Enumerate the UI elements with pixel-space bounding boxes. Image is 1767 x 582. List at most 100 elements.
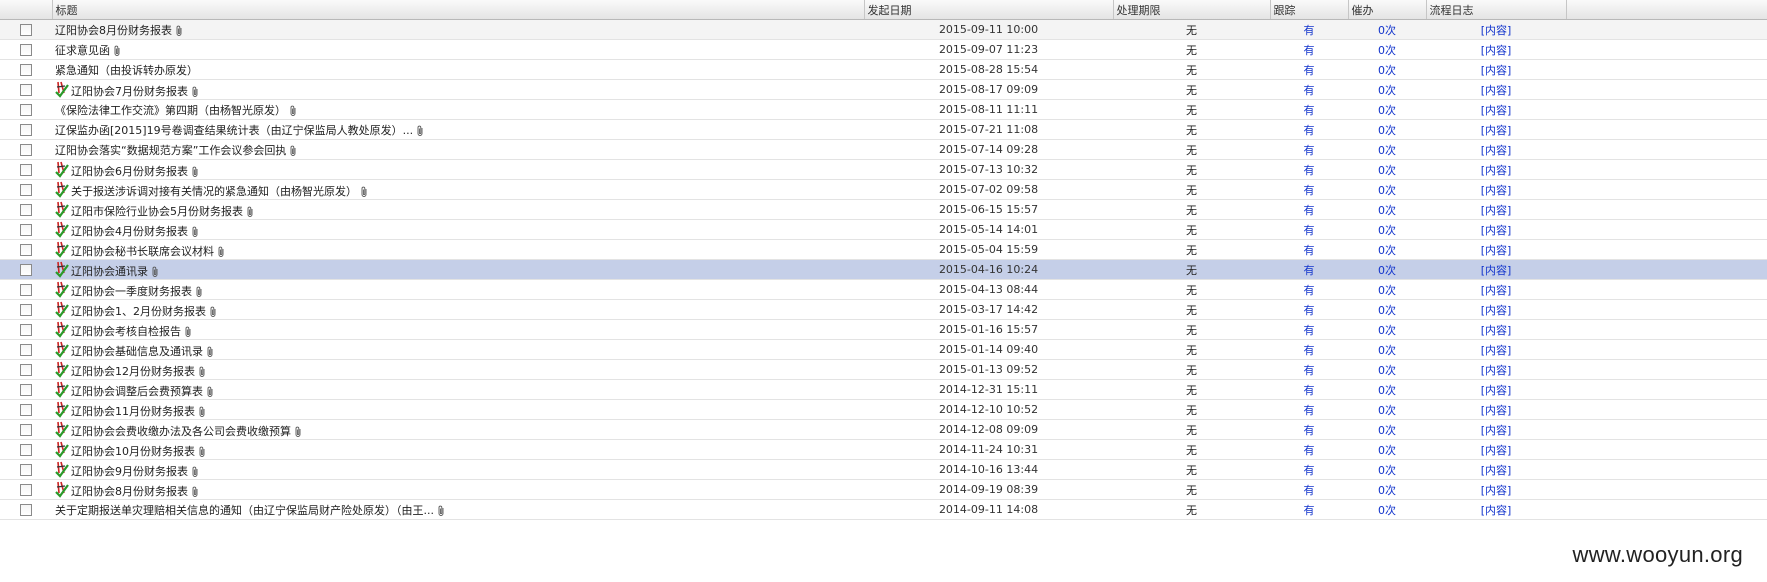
table-row[interactable]: 辽阳协会秘书长联席会议材料 2015-05-04 15:59 无有 0次 [内容] [0,239,1767,260]
row-title[interactable]: 辽阳协会通讯录 [71,265,148,278]
row-title-cell[interactable]: 辽阳协会通讯录 [52,259,864,280]
row-track-link[interactable]: 有 [1270,259,1348,280]
row-log-link[interactable]: [内容] [1426,359,1566,380]
row-log-link[interactable]: [内容] [1426,99,1566,120]
row-track-link[interactable]: 有 [1270,319,1348,340]
row-log-link[interactable]: [内容] [1426,79,1566,100]
header-date[interactable]: 发起日期 [864,0,1114,20]
row-track-link[interactable]: 有 [1270,439,1348,460]
row-log-link[interactable]: [内容] [1426,199,1566,220]
table-row[interactable]: 辽保监办函[2015]19号卷调查结果统计表（由辽宁保监局人教处原发）... 20… [0,119,1767,140]
row-log-link[interactable]: [内容] [1426,319,1566,340]
row-log-link[interactable]: [内容] [1426,439,1566,460]
row-log-link[interactable]: [内容] [1426,479,1566,500]
table-row[interactable]: 辽阳协会8月份财务报表 2014-09-19 08:39 无有 0次 [内容] [0,479,1767,500]
row-title[interactable]: 辽阳协会一季度财务报表 [71,285,192,298]
row-log-link[interactable]: [内容] [1426,139,1566,160]
row-checkbox[interactable] [20,324,32,336]
row-urge-link[interactable]: 0次 [1348,319,1426,340]
row-log-link[interactable]: [内容] [1426,239,1566,260]
header-urge[interactable]: 催办 [1348,0,1427,20]
row-checkbox[interactable] [20,224,32,236]
row-title[interactable]: 辽阳协会8月份财务报表 [71,485,188,498]
header-track[interactable]: 跟踪 [1270,0,1349,20]
row-title-cell[interactable]: 紧急通知（由投诉转办原发） [52,59,864,80]
row-checkbox[interactable] [20,44,32,56]
row-title-cell[interactable]: 辽阳协会考核自检报告 [52,319,864,340]
row-urge-link[interactable]: 0次 [1348,359,1426,380]
row-track-link[interactable]: 有 [1270,239,1348,260]
row-log-link[interactable]: [内容] [1426,19,1566,40]
row-urge-link[interactable]: 0次 [1348,419,1426,440]
table-row[interactable]: 辽阳协会8月份财务报表 2015-09-11 10:00 无有 0次 [内容] [0,19,1767,40]
row-title[interactable]: 辽阳协会9月份财务报表 [71,465,188,478]
row-track-link[interactable]: 有 [1270,299,1348,320]
header-log[interactable]: 流程日志 [1426,0,1567,20]
row-title[interactable]: 辽阳协会11月份财务报表 [71,405,195,418]
row-checkbox[interactable] [20,104,32,116]
row-checkbox[interactable] [20,184,32,196]
table-row[interactable]: 辽阳协会1、2月份财务报表 2015-03-17 14:42 无有 0次 [内容] [0,299,1767,320]
row-title-cell[interactable]: 关于定期报送单灾理赔相关信息的通知（由辽宁保监局财产险处原发）（由王... [52,499,864,520]
table-row[interactable]: 紧急通知（由投诉转办原发） 2015-08-28 15:54 无有 0次 [内容] [0,59,1767,80]
row-urge-link[interactable]: 0次 [1348,159,1426,180]
table-row[interactable]: 辽阳协会一季度财务报表 2015-04-13 08:44 无有 0次 [内容] [0,279,1767,300]
row-checkbox[interactable] [20,244,32,256]
table-row[interactable]: 辽阳协会通讯录 2015-04-16 10:24 无有 0次 [内容] [0,259,1767,280]
table-row[interactable]: 征求意见函 2015-09-07 11:23 无有 0次 [内容] [0,39,1767,60]
row-log-link[interactable]: [内容] [1426,379,1566,400]
row-title-cell[interactable]: 辽阳协会8月份财务报表 [52,479,864,500]
row-checkbox[interactable] [20,444,32,456]
table-row[interactable]: 关于报送涉诉调对接有关情况的紧急通知（由杨智光原发） 2015-07-02 09:… [0,179,1767,200]
row-track-link[interactable]: 有 [1270,379,1348,400]
row-log-link[interactable]: [内容] [1426,159,1566,180]
row-urge-link[interactable]: 0次 [1348,379,1426,400]
row-title-cell[interactable]: 辽阳协会基础信息及通讯录 [52,339,864,360]
row-urge-link[interactable]: 0次 [1348,339,1426,360]
header-limit[interactable]: 处理期限 [1113,0,1271,20]
row-track-link[interactable]: 有 [1270,399,1348,420]
row-title-cell[interactable]: 辽阳协会11月份财务报表 [52,399,864,420]
row-track-link[interactable]: 有 [1270,499,1348,520]
table-row[interactable]: 辽阳协会6月份财务报表 2015-07-13 10:32 无有 0次 [内容] [0,159,1767,180]
row-urge-link[interactable]: 0次 [1348,279,1426,300]
row-checkbox[interactable] [20,424,32,436]
table-row[interactable]: 辽阳协会7月份财务报表 2015-08-17 09:09 无有 0次 [内容] [0,79,1767,100]
row-checkbox[interactable] [20,204,32,216]
row-track-link[interactable]: 有 [1270,279,1348,300]
table-row[interactable]: 辽阳协会12月份财务报表 2015-01-13 09:52 无有 0次 [内容] [0,359,1767,380]
row-log-link[interactable]: [内容] [1426,299,1566,320]
row-checkbox[interactable] [20,344,32,356]
table-row[interactable]: 辽阳协会调整后会费预算表 2014-12-31 15:11 无有 0次 [内容] [0,379,1767,400]
table-row[interactable]: 关于定期报送单灾理赔相关信息的通知（由辽宁保监局财产险处原发）（由王... 201… [0,499,1767,520]
row-log-link[interactable]: [内容] [1426,459,1566,480]
row-title[interactable]: 《保险法律工作交流》第四期（由杨智光原发） [55,104,286,117]
row-checkbox[interactable] [20,504,32,516]
row-track-link[interactable]: 有 [1270,479,1348,500]
row-track-link[interactable]: 有 [1270,359,1348,380]
row-track-link[interactable]: 有 [1270,119,1348,140]
row-title-cell[interactable]: 征求意见函 [52,39,864,60]
row-log-link[interactable]: [内容] [1426,419,1566,440]
row-title[interactable]: 辽阳市保险行业协会5月份财务报表 [71,205,243,218]
row-track-link[interactable]: 有 [1270,99,1348,120]
row-track-link[interactable]: 有 [1270,59,1348,80]
row-title-cell[interactable]: 关于报送涉诉调对接有关情况的紧急通知（由杨智光原发） [52,179,864,200]
row-urge-link[interactable]: 0次 [1348,99,1426,120]
row-urge-link[interactable]: 0次 [1348,139,1426,160]
row-urge-link[interactable]: 0次 [1348,439,1426,460]
table-row[interactable]: 辽阳协会会费收缴办法及各公司会费收缴预算 2014-12-08 09:09 无有 0次… [0,419,1767,440]
row-title-cell[interactable]: 辽阳协会10月份财务报表 [52,439,864,460]
table-row[interactable]: 辽阳协会11月份财务报表 2014-12-10 10:52 无有 0次 [内容] [0,399,1767,420]
row-title[interactable]: 辽阳协会7月份财务报表 [71,85,188,98]
row-title-cell[interactable]: 辽阳协会1、2月份财务报表 [52,299,864,320]
row-log-link[interactable]: [内容] [1426,279,1566,300]
table-row[interactable]: 辽阳市保险行业协会5月份财务报表 2015-06-15 15:57 无有 0次 [内容] [0,199,1767,220]
row-track-link[interactable]: 有 [1270,79,1348,100]
table-row[interactable]: 《保险法律工作交流》第四期（由杨智光原发） 2015-08-11 11:11 无有 0… [0,99,1767,120]
row-title[interactable]: 辽阳协会8月份财务报表 [55,24,172,37]
row-track-link[interactable]: 有 [1270,139,1348,160]
row-track-link[interactable]: 有 [1270,179,1348,200]
row-checkbox[interactable] [20,364,32,376]
row-urge-link[interactable]: 0次 [1348,19,1426,40]
